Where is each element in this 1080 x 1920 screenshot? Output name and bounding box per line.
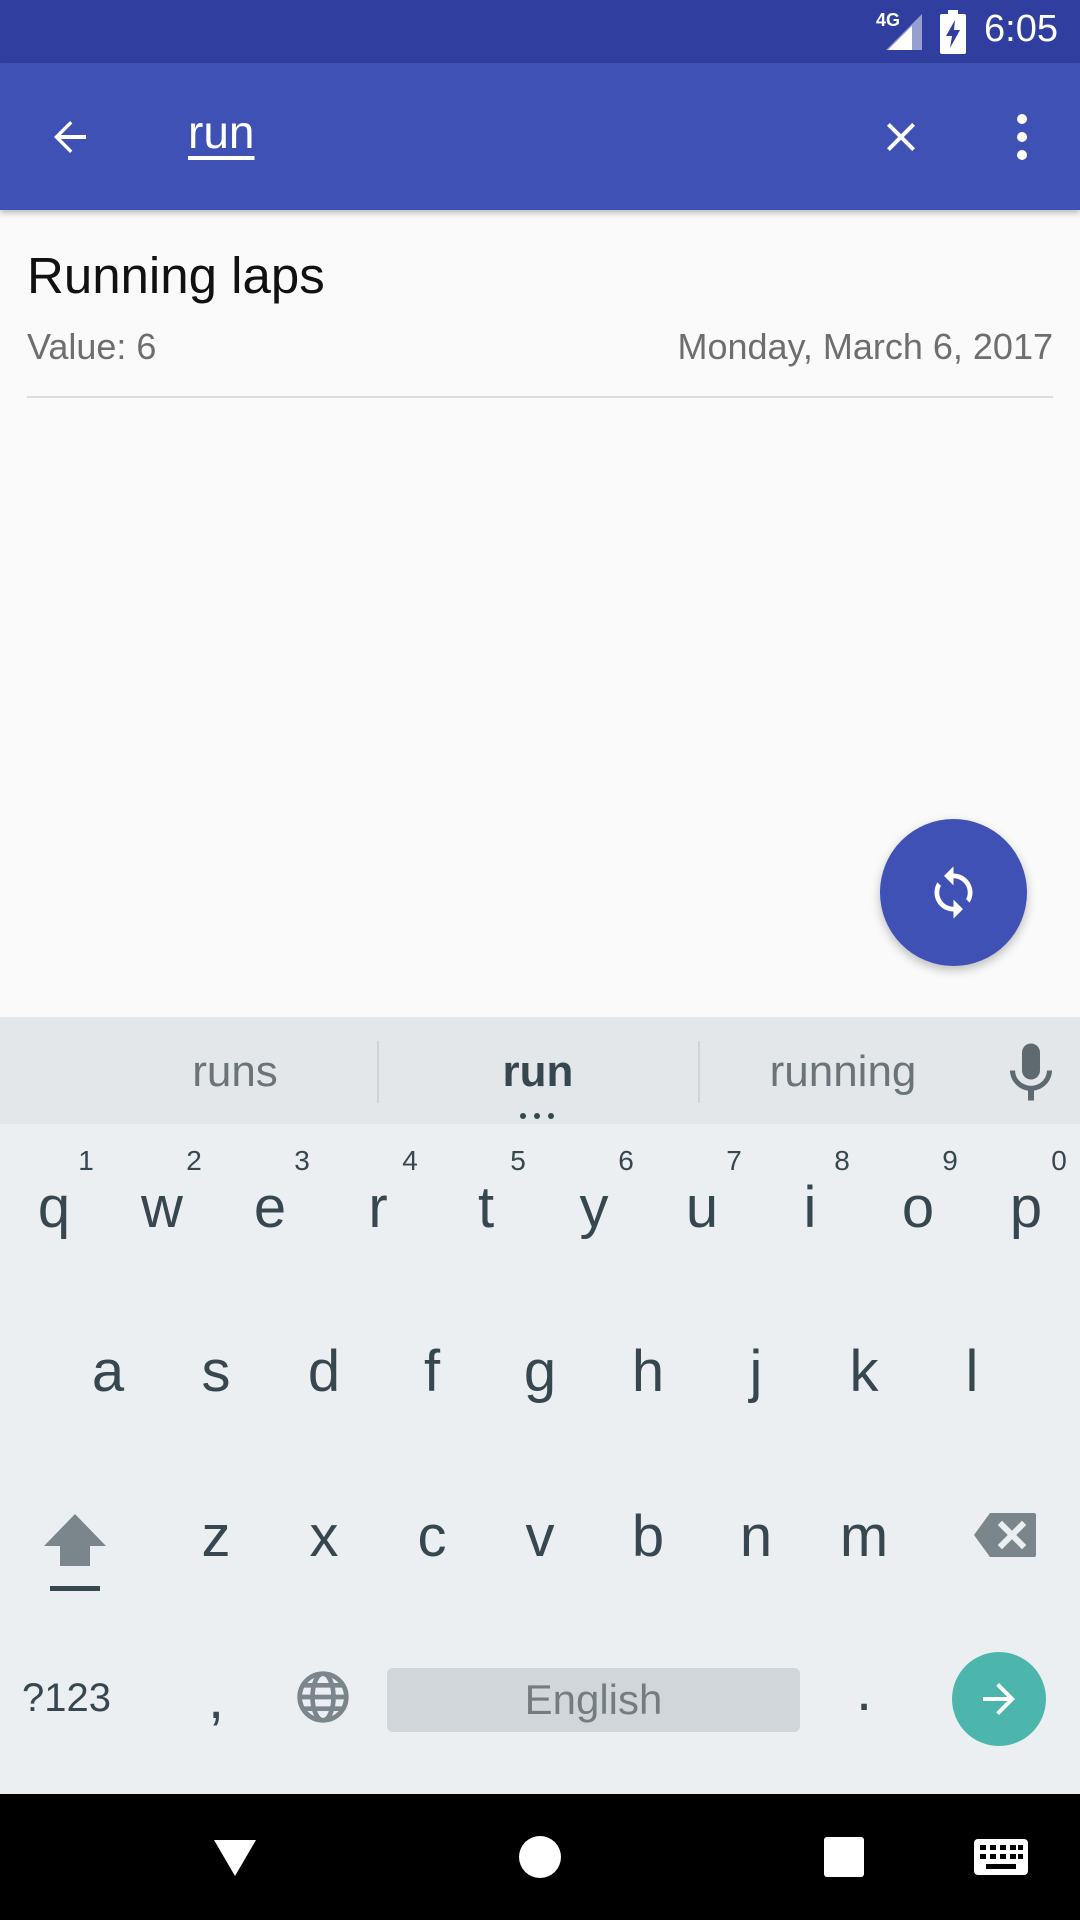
sync-fab-button[interactable] (880, 819, 1027, 966)
key-b[interactable]: b (608, 1503, 688, 1570)
recents-square-icon[interactable] (824, 1837, 864, 1877)
key-o[interactable]: o (878, 1174, 958, 1241)
status-bar: 4G 6:05 (0, 0, 1080, 63)
key-hint-2: 2 (186, 1145, 202, 1176)
key-hint-7: 7 (726, 1145, 742, 1176)
signal-icon (886, 14, 922, 50)
key-g[interactable]: g (500, 1338, 580, 1405)
key-i[interactable]: i (770, 1174, 850, 1241)
sync-icon (934, 866, 973, 919)
key-y[interactable]: y (554, 1174, 634, 1241)
suggestion-separator (698, 1041, 700, 1103)
key-k[interactable]: k (824, 1338, 904, 1405)
key-m[interactable]: m (824, 1503, 904, 1570)
key-q[interactable]: q (14, 1174, 94, 1241)
key-a[interactable]: a (68, 1338, 148, 1405)
key-e[interactable]: e (230, 1174, 310, 1241)
shift-icon[interactable] (42, 1510, 108, 1594)
suggestion-run[interactable]: run (431, 1047, 645, 1097)
key-hint-6: 6 (618, 1145, 634, 1176)
keyboard-switch-icon[interactable] (974, 1839, 1028, 1875)
navigation-bar (0, 1794, 1080, 1920)
key-t[interactable]: t (446, 1174, 526, 1241)
key-comma[interactable]: , (176, 1665, 256, 1732)
backspace-icon[interactable] (972, 1511, 1038, 1559)
key-j[interactable]: j (716, 1338, 796, 1405)
key-hint-4: 4 (402, 1145, 418, 1176)
globe-icon[interactable] (295, 1669, 351, 1725)
key-h[interactable]: h (608, 1338, 688, 1405)
close-icon[interactable] (877, 113, 925, 161)
divider (27, 396, 1053, 398)
soft-keyboard: runs run running q 1 w 2 e 3 r 4 t 5 y 6… (0, 1017, 1080, 1794)
key-period[interactable]: . (824, 1657, 904, 1724)
key-c[interactable]: c (392, 1503, 472, 1570)
suggestion-separator (377, 1041, 379, 1103)
spacebar[interactable]: English (387, 1668, 800, 1732)
key-hint-1: 1 (78, 1145, 94, 1176)
battery-charging-icon (940, 10, 966, 54)
back-triangle-icon[interactable] (212, 1838, 258, 1878)
key-n[interactable]: n (716, 1503, 796, 1570)
suggestion-strip: runs run running (0, 1017, 1080, 1124)
key-d[interactable]: d (284, 1338, 364, 1405)
suggestion-running[interactable]: running (736, 1047, 950, 1097)
entry-date: Monday, March 6, 2017 (677, 326, 1053, 367)
more-suggestions-dots[interactable] (520, 1113, 560, 1119)
home-circle-icon[interactable] (518, 1835, 562, 1879)
key-r[interactable]: r (338, 1174, 418, 1241)
key-s[interactable]: s (176, 1338, 256, 1405)
entry-value: Value: 6 (27, 326, 157, 367)
key-hint-8: 8 (834, 1145, 850, 1176)
more-vert-icon[interactable] (1000, 111, 1044, 163)
enter-button[interactable] (952, 1652, 1046, 1746)
suggestion-runs[interactable]: runs (128, 1047, 342, 1097)
arrow-back-icon[interactable] (46, 113, 94, 161)
key-w[interactable]: w (122, 1174, 202, 1241)
search-input[interactable]: run (188, 105, 254, 159)
key-hint-0: 0 (1051, 1145, 1067, 1176)
key-p[interactable]: p (986, 1174, 1066, 1241)
key-hint-3: 3 (294, 1145, 310, 1176)
key-symbols[interactable]: ?123 (22, 1676, 111, 1721)
mic-icon[interactable] (1010, 1043, 1052, 1101)
key-hint-9: 9 (942, 1145, 958, 1176)
key-z[interactable]: z (176, 1503, 256, 1570)
key-x[interactable]: x (284, 1503, 364, 1570)
entry-title: Running laps (27, 247, 325, 304)
search-toolbar: run (0, 63, 1080, 210)
key-u[interactable]: u (662, 1174, 742, 1241)
key-l[interactable]: l (932, 1338, 1012, 1405)
enter-arrow-icon (983, 1683, 1015, 1715)
key-f[interactable]: f (392, 1338, 472, 1405)
key-v[interactable]: v (500, 1503, 580, 1570)
key-hint-5: 5 (510, 1145, 526, 1176)
clock: 6:05 (984, 8, 1058, 50)
